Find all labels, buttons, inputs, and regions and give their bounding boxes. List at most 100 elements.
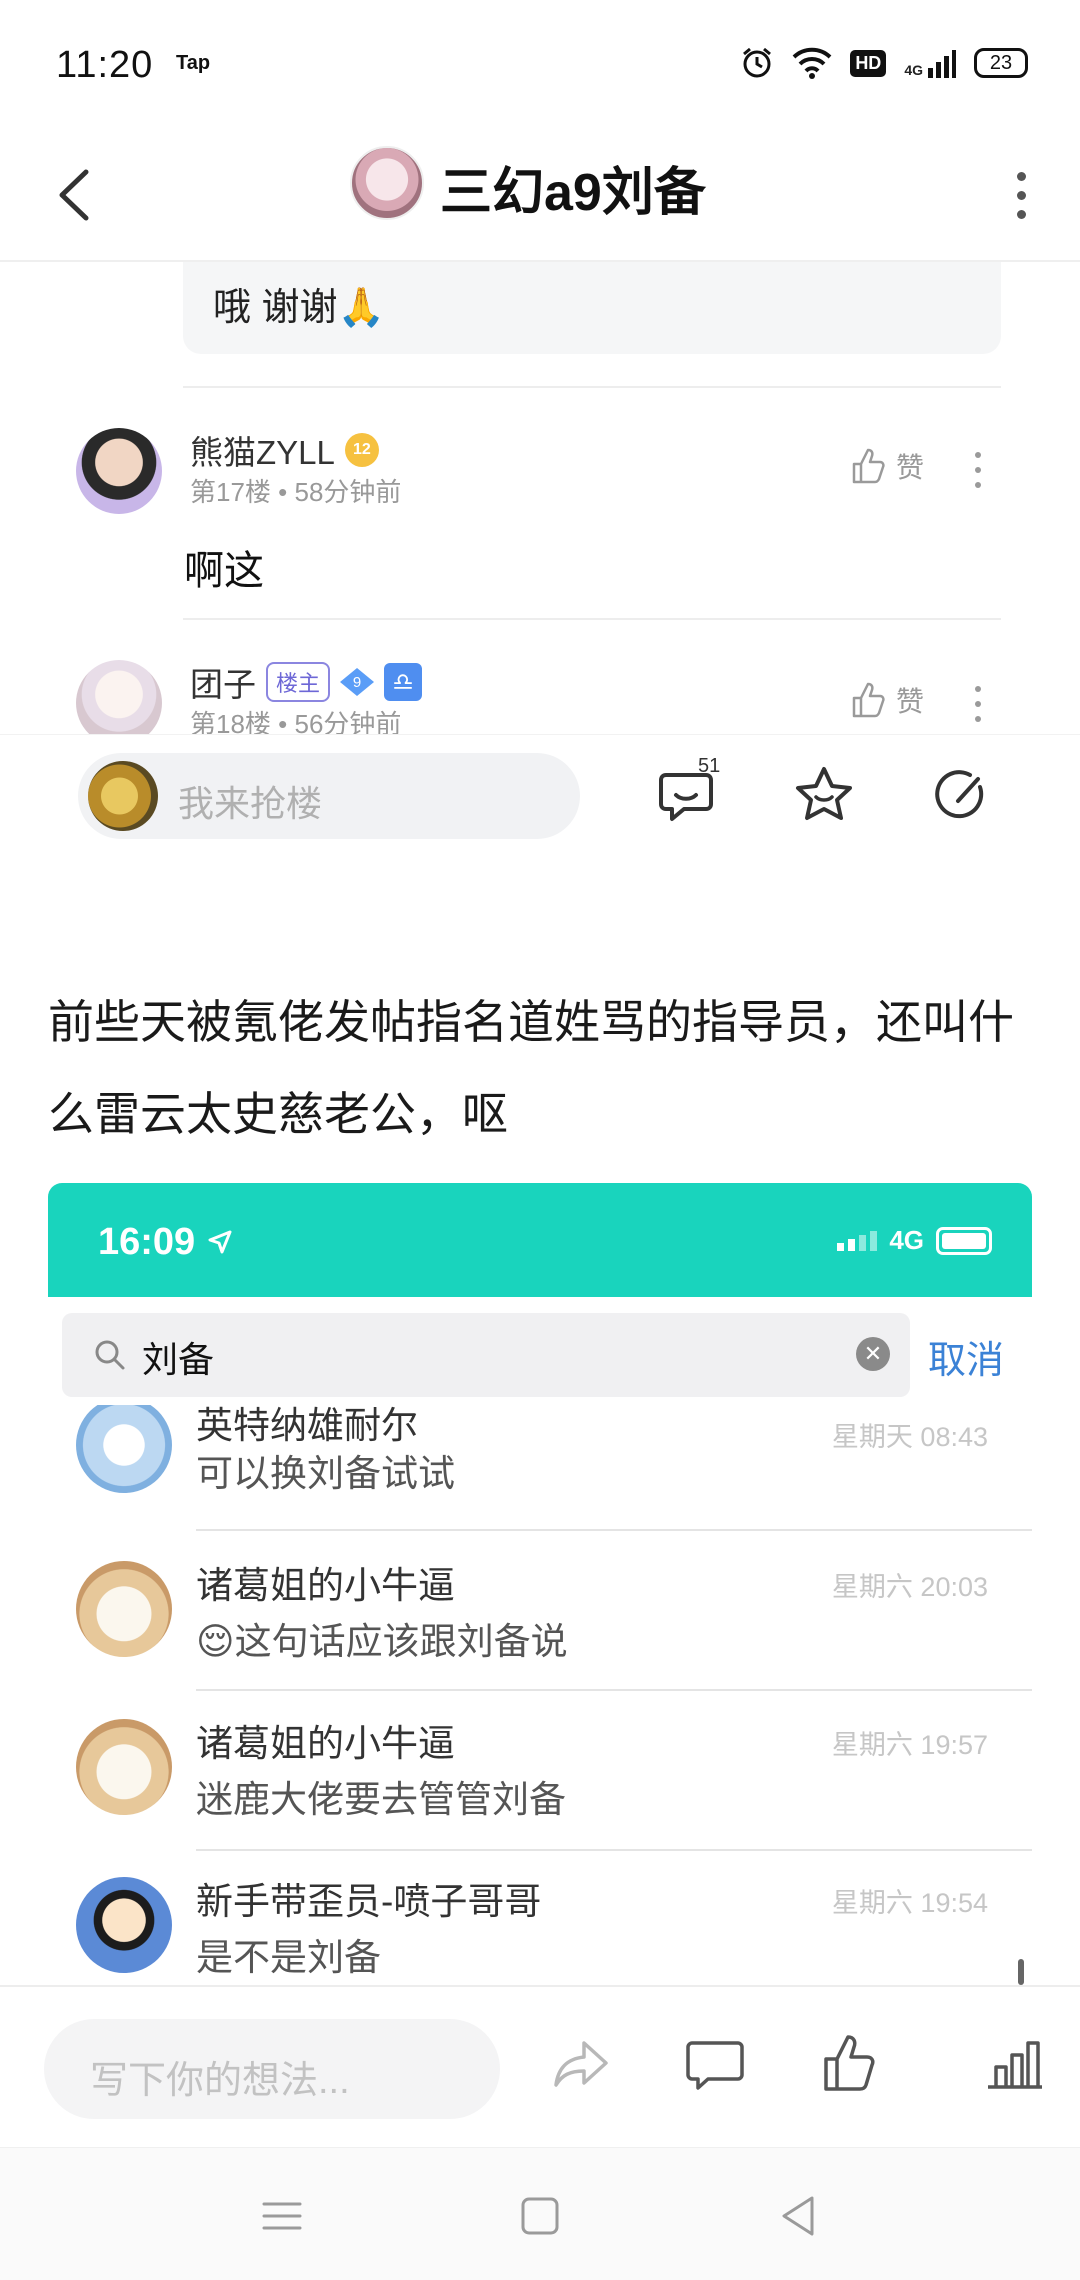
- location-arrow-icon: [208, 1230, 232, 1254]
- embedded-time-text: 16:09: [98, 1221, 196, 1263]
- commenter-name-text: 熊猫ZYLL: [190, 434, 335, 471]
- chat-name: 新手带歪员-喷子哥哥: [196, 1881, 542, 1922]
- comment-action-bar: 我来抢楼 51: [0, 734, 1080, 864]
- comment-item: 团子 楼主 9 ♎ 第18楼 • 56分钟前 赞: [0, 650, 1080, 734]
- comment-body: 啊这: [184, 549, 264, 593]
- wifi-icon: [792, 47, 832, 79]
- reply-text: 哦 谢谢🙏: [213, 287, 385, 329]
- like-label: 赞: [896, 686, 925, 717]
- embedded-search-field: 刘备 ✕: [62, 1313, 910, 1397]
- commenter-name-text: 团子: [190, 666, 256, 703]
- embedded-time: 16:09: [98, 1221, 234, 1264]
- back-icon[interactable]: [46, 160, 106, 230]
- chat-name: 诸葛姐的小牛逼: [196, 1565, 455, 1606]
- alarm-icon: [743, 47, 772, 78]
- bottom-comment-bar: 写下你的想法...: [0, 1985, 1080, 2147]
- comment-more-icon[interactable]: [968, 452, 988, 488]
- like-label: 赞: [896, 452, 925, 483]
- edit-icon[interactable]: [928, 761, 996, 829]
- chat-avatar: [76, 1561, 172, 1657]
- grab-floor-input[interactable]: 我来抢楼: [78, 753, 580, 839]
- commenter-avatar[interactable]: [76, 660, 162, 734]
- chat-avatar: [76, 1877, 172, 1973]
- commenter-name[interactable]: 熊猫ZYLL 12: [190, 426, 379, 474]
- grab-floor-placeholder: 我来抢楼: [178, 783, 323, 824]
- chat-message: 😌这句话应该跟刘备说: [196, 1621, 568, 1662]
- search-icon: [95, 1340, 125, 1370]
- meta-separator: •: [278, 477, 295, 507]
- status-icons: HD 4G 23: [740, 46, 1028, 80]
- signal-icon: [928, 50, 956, 78]
- thumbs-up-icon[interactable]: [818, 2031, 884, 2097]
- embedded-status-bar: 16:09 4G: [48, 1183, 1032, 1297]
- commenter-name[interactable]: 团子 楼主 9 ♎: [190, 658, 423, 706]
- page-title[interactable]: 三幻a9刘备: [440, 150, 706, 225]
- more-icon[interactable]: [1006, 160, 1036, 230]
- comment-meta: 第18楼 • 56分钟前: [190, 704, 401, 734]
- clear-icon: ✕: [856, 1337, 890, 1371]
- home-icon[interactable]: [512, 2188, 568, 2244]
- embedded-network: 4G: [889, 1225, 924, 1255]
- comment-time: 56分钟前: [294, 709, 402, 734]
- signal-icon: [837, 1230, 878, 1251]
- reply-bubble: 哦 谢谢🙏: [183, 262, 1001, 354]
- comment-count: 51: [698, 755, 721, 777]
- status-app-tag: Tap: [176, 52, 211, 74]
- chat-message: 可以换刘备试试: [196, 1453, 455, 1494]
- hd-badge: HD: [850, 49, 887, 77]
- battery-icon: [936, 1226, 992, 1255]
- chat-avatar: [76, 1405, 172, 1493]
- scroll-indicator: [1018, 1959, 1024, 1985]
- back-triangle-icon[interactable]: [770, 2188, 826, 2244]
- system-nav-bar: [0, 2147, 1080, 2280]
- list-item: 新手带歪员-喷子哥哥 星期六 19:54 是不是刘备: [48, 1851, 1032, 1985]
- comment-time: 58分钟前: [294, 477, 402, 507]
- thumbs-up-icon: [852, 682, 885, 718]
- floor-number: 第17楼: [190, 477, 271, 507]
- chat-name: 诸葛姐的小牛逼: [196, 1723, 455, 1764]
- floor-number: 第18楼: [190, 709, 271, 734]
- network-label: 4G: [904, 48, 956, 78]
- thought-input[interactable]: 写下你的想法...: [44, 2019, 500, 2119]
- comment-more-icon[interactable]: [968, 686, 988, 722]
- chat-time: 星期天 08:43: [831, 1422, 988, 1452]
- post-header: 三幻a9刘备: [0, 130, 1080, 262]
- chat-time: 星期六 19:54: [831, 1888, 988, 1918]
- thought-placeholder: 写下你的想法...: [90, 2060, 350, 2102]
- embedded-search-value: 刘备: [142, 1339, 215, 1380]
- star-icon[interactable]: [790, 761, 858, 829]
- status-bar: 11:20 Tap HD 4G 23: [0, 0, 1080, 130]
- chat-avatar: [76, 1719, 172, 1815]
- comment-icon[interactable]: [682, 2031, 748, 2097]
- list-item: 诸葛姐的小牛逼 星期六 20:03 😌这句话应该跟刘备说: [48, 1531, 1032, 1691]
- chat-time: 星期六 19:57: [831, 1730, 988, 1760]
- owner-tag: 楼主: [266, 662, 331, 702]
- battery-indicator: 23: [974, 48, 1028, 78]
- meta-separator: •: [278, 709, 295, 734]
- menu-icon[interactable]: [254, 2188, 310, 2244]
- post-body-text: 前些天被氪佬发帖指名道姓骂的指导员，还叫什么雷云太史慈老公，呕: [48, 996, 1014, 1140]
- divider: [183, 618, 1001, 620]
- chat-message: 是不是刘备: [196, 1937, 381, 1978]
- zodiac-badge: ♎: [384, 663, 423, 701]
- divider: [183, 386, 1001, 388]
- comment-meta: 第17楼 • 58分钟前: [190, 472, 401, 509]
- embedded-cancel: 取消: [928, 1340, 1005, 1382]
- embedded-screenshot[interactable]: 16:09 4G 刘备 ✕ 取消 英特纳雄耐尔 星期天 08:43 可以换刘备试…: [48, 1183, 1032, 1985]
- like-button[interactable]: 赞: [848, 446, 924, 486]
- list-item: 诸葛姐的小牛逼 星期六 19:57 迷鹿大佬要去管管刘备: [48, 1691, 1032, 1851]
- embedded-signal: 4G: [837, 1225, 992, 1256]
- status-time: 11:20: [56, 44, 154, 86]
- my-avatar: [88, 761, 158, 831]
- level-badge: 9: [340, 668, 375, 696]
- share-icon[interactable]: [548, 2031, 614, 2097]
- chat-time: 星期六 20:03: [831, 1572, 988, 1602]
- chart-icon[interactable]: [982, 2031, 1048, 2097]
- network-text: 4G: [904, 62, 923, 78]
- level-badge: 12: [344, 433, 379, 467]
- commenter-avatar[interactable]: [76, 428, 162, 514]
- like-button[interactable]: 赞: [848, 680, 924, 720]
- author-avatar[interactable]: [350, 146, 424, 220]
- thumbs-up-icon: [852, 448, 885, 484]
- chat-message: 迷鹿大佬要去管管刘备: [196, 1779, 566, 1820]
